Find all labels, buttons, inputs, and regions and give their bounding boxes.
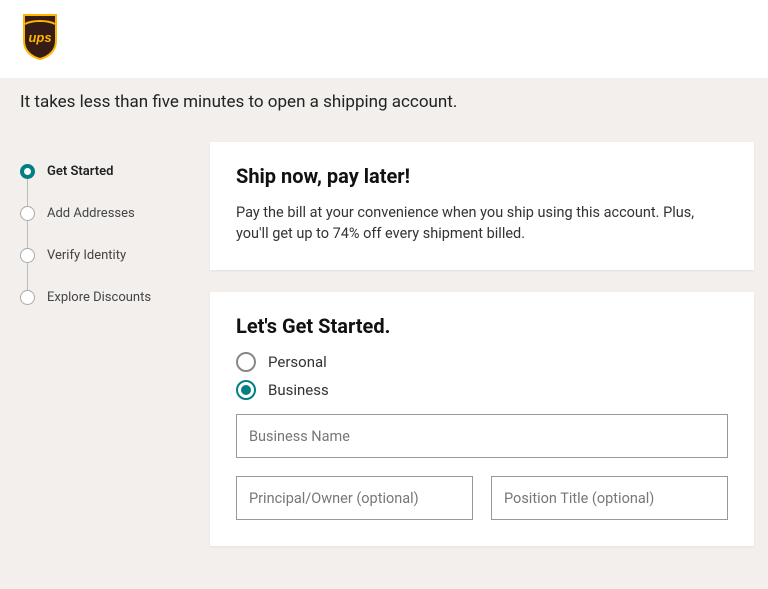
step-label: Explore Discounts	[47, 290, 151, 305]
position-title-input[interactable]	[491, 476, 728, 520]
get-started-card: Let's Get Started. Personal Business	[210, 292, 754, 546]
header: ups	[0, 0, 768, 78]
step-indicator-icon	[20, 248, 35, 263]
progress-steps: Get Started Add Addresses Verify Identit…	[20, 142, 190, 546]
promo-card: Ship now, pay later! Pay the bill at you…	[210, 142, 754, 270]
svg-text:ups: ups	[28, 30, 51, 45]
form-title: Let's Get Started.	[236, 314, 728, 338]
step-indicator-icon	[20, 290, 35, 305]
radio-label: Personal	[268, 353, 327, 371]
promo-text: Pay the bill at your convenience when yo…	[236, 202, 728, 244]
step-explore-discounts[interactable]: Explore Discounts	[20, 276, 190, 318]
step-label: Add Addresses	[47, 206, 135, 221]
step-indicator-icon	[20, 164, 35, 179]
business-fields	[236, 414, 728, 520]
step-add-addresses[interactable]: Add Addresses	[20, 192, 190, 234]
radio-icon	[236, 352, 256, 372]
main-panel: Ship now, pay later! Pay the bill at you…	[210, 142, 754, 546]
account-type-business-radio[interactable]: Business	[236, 380, 728, 400]
page-tagline: It takes less than five minutes to open …	[0, 78, 768, 122]
business-name-input[interactable]	[236, 414, 728, 458]
step-label: Verify Identity	[47, 248, 126, 263]
radio-label: Business	[268, 381, 329, 399]
step-indicator-icon	[20, 206, 35, 221]
step-label: Get Started	[47, 164, 113, 179]
step-verify-identity[interactable]: Verify Identity	[20, 234, 190, 276]
content-area: Get Started Add Addresses Verify Identit…	[0, 122, 768, 546]
ups-logo-icon: ups	[20, 13, 60, 65]
account-type-personal-radio[interactable]: Personal	[236, 352, 728, 372]
step-get-started[interactable]: Get Started	[20, 150, 190, 192]
principal-owner-input[interactable]	[236, 476, 473, 520]
promo-title: Ship now, pay later!	[236, 164, 728, 188]
radio-icon	[236, 380, 256, 400]
